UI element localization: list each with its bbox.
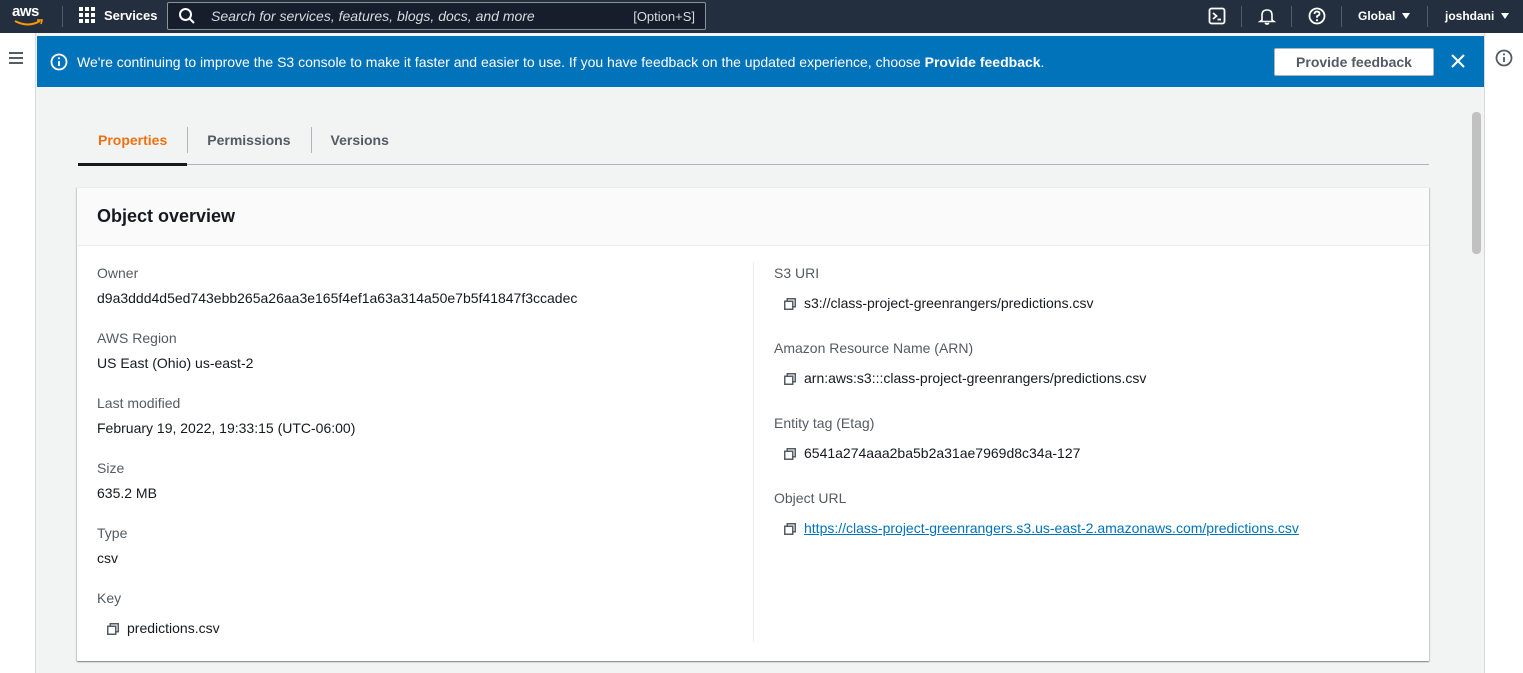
grid-icon	[79, 7, 95, 23]
provide-feedback-button[interactable]: Provide feedback	[1274, 48, 1434, 76]
object-overview-card: Object overview Owner d9a3ddd4d5ed743ebb…	[77, 187, 1429, 661]
etag-field: Entity tag (Etag) 6541a274aaa2ba5b2a31ae…	[774, 414, 1414, 489]
bell-icon[interactable]	[1258, 7, 1276, 25]
field-label: Last modified	[97, 395, 181, 411]
etag-value: 6541a274aaa2ba5b2a31ae7969d8c34a-127	[804, 445, 1081, 461]
search-shortcut: [Option+S]	[633, 8, 695, 24]
nav-divider	[1291, 6, 1292, 27]
info-panel-icon[interactable]	[1495, 49, 1513, 67]
services-menu-button[interactable]: Services	[79, 7, 158, 23]
field-label: Amazon Resource Name (ARN)	[774, 340, 974, 356]
caret-down-icon	[1501, 13, 1510, 19]
help-icon[interactable]	[1308, 7, 1326, 25]
account-menu-button[interactable]: joshdani	[1445, 9, 1510, 23]
copy-row: predictions.csv	[107, 619, 737, 638]
aws-smile-icon	[14, 19, 44, 26]
main-content: Properties Permissions Versions Object o…	[37, 87, 1484, 673]
top-navigation: aws Services Search for services, featur…	[0, 0, 1523, 33]
copy-icon[interactable]	[784, 297, 796, 310]
region-label: Global	[1358, 9, 1396, 23]
copy-row: 6541a274aaa2ba5b2a31ae7969d8c34a-127	[784, 444, 1414, 463]
services-label: Services	[104, 7, 158, 23]
copy-row: s3://class-project-greenrangers/predicti…	[784, 294, 1414, 313]
region-menu-button[interactable]: Global	[1358, 9, 1411, 23]
last-modified-field: Last modified February 19, 2022, 19:33:1…	[97, 394, 737, 459]
field-label: Type	[97, 525, 128, 541]
field-value: 635.2 MB	[97, 485, 157, 501]
copy-icon[interactable]	[107, 622, 119, 635]
object-url-link[interactable]: https://class-project-greenrangers.s3.us…	[804, 519, 1299, 538]
nav-divider	[62, 6, 63, 27]
arn-value: arn:aws:s3:::class-project-greenrangers/…	[804, 370, 1147, 386]
tab-versions[interactable]: Versions	[310, 115, 409, 165]
banner-message: We're continuing to improve the S3 conso…	[77, 53, 1045, 70]
banner-message-bold: Provide feedback	[924, 53, 1041, 70]
object-tabs: Properties Permissions Versions	[78, 115, 1429, 166]
field-label: Entity tag (Etag)	[774, 415, 875, 431]
nav-divider	[1341, 6, 1342, 27]
field-label: Key	[97, 590, 122, 606]
tab-properties[interactable]: Properties	[78, 115, 188, 166]
copy-icon[interactable]	[784, 372, 796, 385]
search-input[interactable]: Search for services, features, blogs, do…	[167, 2, 706, 30]
s3-uri-field: S3 URI s3://class-project-greenrangers/p…	[774, 264, 1414, 339]
user-label: joshdani	[1445, 9, 1495, 23]
overview-right-column: S3 URI s3://class-project-greenrangers/p…	[774, 264, 1414, 564]
nav-divider	[1427, 6, 1428, 27]
card-title: Object overview	[97, 206, 236, 226]
hamburger-menu-icon[interactable]	[9, 52, 23, 64]
caret-down-icon	[1402, 13, 1411, 19]
right-panel-strip	[1484, 33, 1523, 673]
field-label: S3 URI	[774, 265, 820, 281]
info-icon	[50, 53, 68, 70]
type-field: Type csv	[97, 524, 737, 589]
scrollbar-thumb[interactable]	[1472, 112, 1481, 254]
field-label: Owner	[97, 265, 139, 281]
feedback-banner: We're continuing to improve the S3 conso…	[37, 36, 1484, 87]
aws-logo-text: aws	[12, 3, 39, 20]
field-value: csv	[97, 550, 118, 566]
column-divider	[753, 262, 754, 642]
copy-icon[interactable]	[784, 447, 796, 460]
owner-field: Owner d9a3ddd4d5ed743ebb265a26aa3e165f4e…	[97, 264, 737, 329]
field-label: Size	[97, 460, 125, 476]
card-header: Object overview	[77, 188, 1429, 246]
field-value: US East (Ohio) us-east-2	[97, 355, 254, 371]
search-placeholder: Search for services, features, blogs, do…	[211, 8, 535, 24]
copy-row: arn:aws:s3:::class-project-greenrangers/…	[784, 369, 1414, 388]
size-field: Size 635.2 MB	[97, 459, 737, 524]
field-value: February 19, 2022, 19:33:15 (UTC-06:00)	[97, 420, 356, 436]
overview-left-column: Owner d9a3ddd4d5ed743ebb265a26aa3e165f4e…	[97, 264, 737, 654]
copy-row: https://class-project-greenrangers.s3.us…	[784, 519, 1414, 538]
field-value: d9a3ddd4d5ed743ebb265a26aa3e165f4ef1a63a…	[97, 290, 578, 306]
arn-field: Amazon Resource Name (ARN) arn:aws:s3:::…	[774, 339, 1414, 414]
nav-divider	[1241, 6, 1242, 27]
tab-permissions[interactable]: Permissions	[187, 115, 310, 165]
region-field: AWS Region US East (Ohio) us-east-2	[97, 329, 737, 394]
s3-uri-value: s3://class-project-greenrangers/predicti…	[804, 295, 1094, 311]
object-url-field: Object URL https://class-project-greenra…	[774, 489, 1414, 564]
copy-icon[interactable]	[784, 522, 796, 535]
field-label: Object URL	[774, 490, 847, 506]
left-panel-strip	[0, 33, 36, 673]
cloudshell-icon[interactable]	[1208, 7, 1226, 25]
key-value: predictions.csv	[127, 620, 220, 636]
key-field: Key predictions.csv	[97, 589, 737, 654]
search-icon	[179, 8, 195, 24]
field-label: AWS Region	[97, 330, 177, 346]
aws-logo[interactable]: aws	[12, 4, 48, 30]
close-icon[interactable]	[1449, 52, 1467, 70]
